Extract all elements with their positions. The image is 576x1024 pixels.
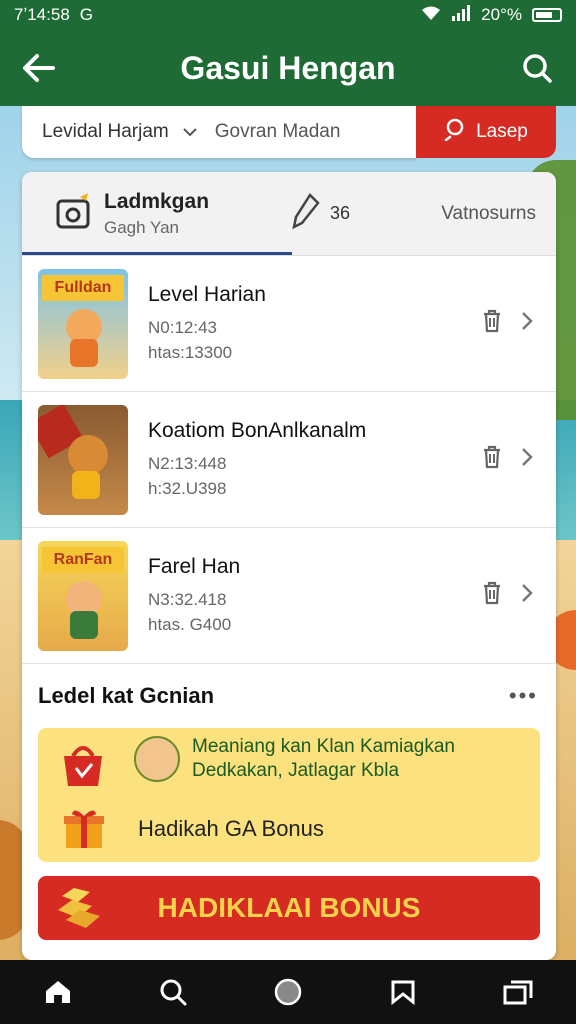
section-title: Ledel kat Gcnian [38, 683, 215, 708]
search-icon[interactable] [516, 47, 558, 89]
bookmark-icon[interactable] [379, 968, 427, 1016]
status-indicator: G [79, 5, 94, 24]
trash-icon[interactable] [482, 445, 502, 474]
chevron-right-icon[interactable] [520, 310, 534, 337]
section-header: Ledel kat Gcnian ••• [22, 664, 556, 728]
wifi-icon [421, 5, 441, 26]
page-title: Gasui Hengan [180, 49, 396, 86]
gift-icon [62, 806, 106, 855]
promo-line3: Hadikah GA Bonus [138, 816, 324, 841]
pen-icon [292, 193, 322, 234]
level-card: Ladmkgan Gagh Yan 36 Vatnosurns Fulldan … [22, 172, 556, 960]
tab-count-label: 36 [330, 203, 351, 223]
camera-icon [54, 191, 94, 236]
bonus-button[interactable]: HADIKLAAI BONUS [38, 876, 540, 940]
search-button-label: Lasep [476, 121, 528, 142]
search-icon[interactable] [149, 968, 197, 1016]
battery-percent: 20°% [481, 5, 522, 24]
tabs-icon[interactable] [494, 968, 542, 1016]
tab-subtitle: Gagh Yan [104, 217, 179, 237]
basket-icon [58, 740, 108, 797]
item-title: Level Harian [148, 282, 266, 306]
app-bar: Gasui Hengan [0, 30, 576, 106]
arrow-left-icon[interactable] [18, 47, 60, 89]
chevron-right-icon[interactable] [520, 582, 534, 609]
item-line2: htas. G400 [148, 614, 232, 634]
item-line2: h:32.U398 [148, 478, 227, 498]
status-time: 7ʼ14:58 [14, 5, 70, 24]
avatar [134, 736, 180, 782]
chevron-down-icon [183, 121, 197, 143]
signal-icon [451, 4, 471, 26]
bottom-nav [0, 960, 576, 1024]
trash-icon[interactable] [482, 581, 502, 610]
bonus-label: HADIKLAAI BONUS [157, 892, 421, 923]
circle-icon[interactable] [264, 968, 312, 1016]
search-bar: Levidal Harjam Govran Madan [22, 106, 416, 158]
tab-bar: Ladmkgan Gagh Yan 36 Vatnosurns [22, 172, 556, 256]
status-bar: 7ʼ14:58 G 20°% [0, 0, 576, 30]
level-thumbnail [38, 404, 128, 515]
search-button[interactable]: Lasep [416, 106, 556, 158]
list-item[interactable]: Koatiom BonAnlkanalm N2:13:448 h:32.U398 [22, 392, 556, 528]
gold-bars-icon [52, 884, 108, 937]
list-item[interactable]: Fulldan Level Harian N0:12:43 htas:13300 [22, 256, 556, 392]
trash-icon[interactable] [482, 309, 502, 338]
item-line1: N2:13:448 [148, 453, 227, 473]
tab-ladmkgan[interactable]: Ladmkgan Gagh Yan [22, 190, 292, 238]
promo-banner[interactable]: Meaniang kan Klan Kamiagkan Dedkakan, Ja… [38, 728, 540, 862]
more-icon[interactable]: ••• [509, 683, 538, 709]
level-thumbnail: Fulldan [38, 268, 128, 379]
level-thumbnail: RanFan [38, 540, 128, 651]
item-line1: N0:12:43 [148, 317, 217, 337]
tab-vatnosurns[interactable]: Vatnosurns [441, 203, 556, 225]
item-line2: htas:13300 [148, 342, 233, 362]
search-input[interactable]: Govran Madan [215, 121, 341, 143]
home-icon[interactable] [34, 968, 82, 1016]
tab-third-label: Vatnosurns [441, 202, 536, 224]
search-row: Levidal Harjam Govran Madan Lasep [22, 106, 556, 158]
chevron-right-icon[interactable] [520, 446, 534, 473]
item-title: Farel Han [148, 554, 241, 578]
tab-count[interactable]: 36 [292, 193, 350, 234]
promo-line2: Dedkakan, Jatlagar Kbla [192, 760, 400, 781]
battery-icon [532, 8, 562, 22]
tab-title: Ladmkgan [104, 189, 210, 213]
thumbnail-label: RanFan [42, 546, 124, 573]
active-tab-indicator [22, 252, 292, 255]
promo-line1: Meaniang kan Klan Kamiagkan [192, 736, 456, 757]
level-select-value: Levidal Harjam [42, 121, 169, 142]
thumbnail-label: Fulldan [42, 274, 124, 301]
level-select[interactable]: Levidal Harjam [42, 121, 197, 143]
item-line1: N3:32.418 [148, 589, 227, 609]
list-item[interactable]: RanFan Farel Han N3:32.418 htas. G400 [22, 528, 556, 664]
search-icon [444, 117, 468, 147]
item-title: Koatiom BonAnlkanalm [148, 418, 367, 442]
